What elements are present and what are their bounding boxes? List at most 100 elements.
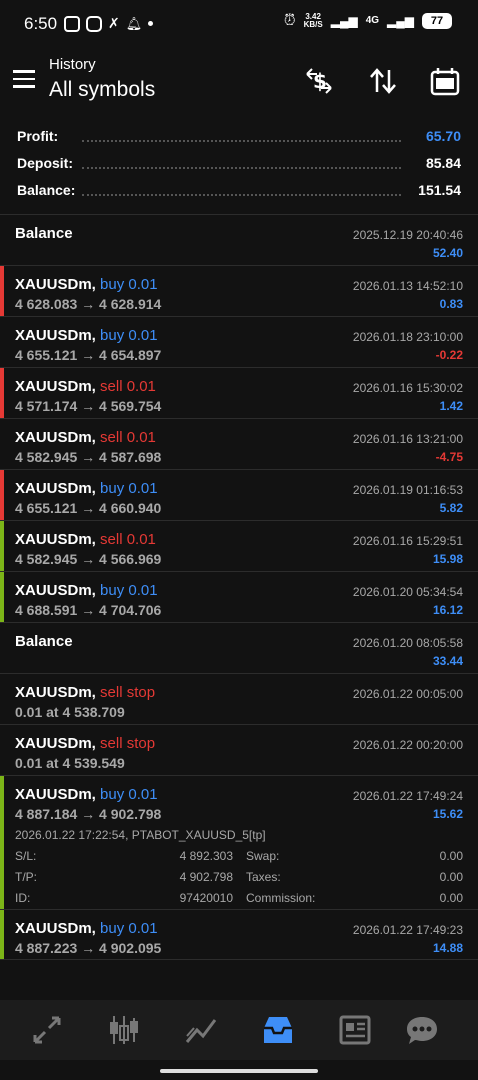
commission-value: 0.00 (439, 891, 463, 905)
symbol-label: XAUUSDm, (15, 684, 96, 701)
deal-row[interactable]: XAUUSDm, sell 0.01 4 582.945 → 4 587.698 2… (0, 418, 478, 469)
summary-deposit-row: Deposit: 85.84 (17, 155, 461, 175)
row-amount: 15.98 (432, 552, 463, 566)
signal-icon: ▂▄▆ (330, 13, 358, 28)
dotted-leader (82, 140, 401, 142)
app-bar: History All symbols $ (0, 48, 478, 112)
swap-value: 0.00 (439, 849, 463, 863)
sl-label: S/L: (15, 849, 37, 863)
row-date: 2026.01.22 17:49:24 (352, 789, 463, 803)
deal-row[interactable]: XAUUSDm, buy 0.01 4 628.083 → 4 628.914 20… (0, 265, 478, 316)
dollar-swap-icon[interactable]: $ (304, 66, 334, 96)
symbol-label: XAUUSDm, (15, 429, 96, 446)
history-inbox-icon[interactable] (261, 1014, 295, 1046)
symbol-label: XAUUSDm, (15, 480, 96, 497)
deal-row[interactable]: XAUUSDm, sell 0.01 4 571.174 → 4 569.754 2… (0, 367, 478, 418)
chart-line-icon[interactable] (184, 1014, 218, 1046)
symbol-label: XAUUSDm, (15, 327, 96, 344)
battery-icon: 77 (422, 12, 452, 29)
status-time: 6:50 (24, 14, 58, 33)
calendar-icon[interactable] (430, 66, 460, 96)
network-type: 4G (365, 14, 380, 26)
row-date: 2026.01.16 15:30:02 (352, 381, 463, 395)
dotted-leader (82, 167, 401, 169)
balance-row[interactable]: Balance 2025.12.19 20:40:46 52.40 (0, 214, 478, 265)
instagram-icon (86, 15, 102, 32)
deal-row[interactable]: XAUUSDm, buy 0.01 4 887.184 → 4 902.798 20… (0, 775, 478, 909)
price-range: 4 571.174 → 4 569.754 (15, 398, 162, 414)
row-title: XAUUSDm, buy 0.01 (15, 276, 158, 293)
more-notifications-icon (148, 21, 154, 26)
row-date: 2026.01.20 05:34:54 (352, 585, 463, 599)
price-range: 4 582.945 → 4 566.969 (15, 551, 162, 567)
row-title: XAUUSDm, sell 0.01 (15, 531, 156, 548)
row-title: XAUUSDm, buy 0.01 (15, 582, 158, 599)
symbol-selector[interactable]: All symbols (49, 78, 155, 102)
price-range: 4 887.223 → 4 902.095 (15, 940, 162, 956)
price-range: 4 628.083 → 4 628.914 (15, 296, 162, 312)
price-range: 0.01 at 4 538.709 (15, 704, 125, 720)
id-label: ID: (15, 891, 31, 905)
row-date: 2026.01.20 08:05:58 (352, 636, 463, 650)
symbol-label: XAUUSDm, (15, 531, 96, 548)
profit-indicator-bar (0, 521, 4, 571)
row-amount: 15.62 (432, 807, 463, 821)
sl-value: 4 892.303 (179, 849, 233, 863)
symbol-label: XAUUSDm, (15, 786, 96, 803)
order-row[interactable]: XAUUSDm, sell stop 0.01 at 4 538.709 2026.… (0, 673, 478, 724)
order-row[interactable]: XAUUSDm, sell stop 0.01 at 4 539.549 2026.… (0, 724, 478, 775)
home-indicator[interactable] (160, 1069, 318, 1073)
row-title: XAUUSDm, sell 0.01 (15, 429, 156, 446)
news-icon[interactable] (338, 1014, 372, 1046)
row-title: Balance (15, 633, 73, 650)
row-title: XAUUSDm, buy 0.01 (15, 920, 158, 937)
deal-row[interactable]: XAUUSDm, buy 0.01 4 688.591 → 4 704.706 20… (0, 571, 478, 622)
row-date: 2026.01.19 01:16:53 (352, 483, 463, 497)
price-range: 4 655.121 → 4 654.897 (15, 347, 162, 363)
row-date: 2026.01.13 14:52:10 (352, 279, 463, 293)
deal-row[interactable]: XAUUSDm, buy 0.01 4 655.121 → 4 654.897 20… (0, 316, 478, 367)
row-title: XAUUSDm, sell stop (15, 735, 155, 752)
profit-indicator-bar (0, 572, 4, 622)
trade-side-label: sell 0.01 (100, 429, 156, 446)
sort-icon[interactable] (368, 66, 398, 96)
bottom-navigation (0, 1000, 478, 1060)
notification-app-icon (64, 15, 80, 32)
trade-side-label: buy 0.01 (100, 920, 158, 937)
page-subtitle: History (49, 56, 96, 73)
price-range: 4 887.184 → 4 902.798 (15, 806, 162, 822)
deal-comment: 2026.01.22 17:22:54, PTABOT_XAUUSD_5[tp] (15, 828, 266, 842)
price-range: 0.01 at 4 539.549 (15, 755, 125, 771)
row-title: Balance (15, 225, 73, 242)
trade-arrows-icon[interactable] (30, 1014, 64, 1046)
network-speed-unit: KB/S (303, 19, 323, 29)
chat-icon[interactable] (405, 1014, 439, 1046)
deposit-value: 85.84 (419, 155, 461, 171)
profit-indicator-bar (0, 910, 4, 959)
row-date: 2026.01.16 15:29:51 (352, 534, 463, 548)
row-amount: 33.44 (432, 654, 463, 668)
deal-row[interactable]: XAUUSDm, sell 0.01 4 582.945 → 4 566.969 2… (0, 520, 478, 571)
row-title: XAUUSDm, buy 0.01 (15, 327, 158, 344)
deal-row[interactable]: XAUUSDm, buy 0.01 4 655.121 → 4 660.940 20… (0, 469, 478, 520)
row-title: XAUUSDm, sell stop (15, 684, 155, 701)
row-title: XAUUSDm, buy 0.01 (15, 480, 158, 497)
tp-label: T/P: (15, 870, 38, 884)
balance-label: Balance: (17, 182, 82, 198)
deal-row[interactable]: XAUUSDm, buy 0.01 4 887.223 → 4 902.095 20… (0, 909, 478, 960)
row-title: XAUUSDm, buy 0.01 (15, 786, 158, 803)
trade-side-label: sell 0.01 (100, 378, 156, 395)
row-amount: -0.22 (435, 348, 463, 362)
balance-value: 151.54 (412, 182, 461, 198)
balance-row[interactable]: Balance 2026.01.20 08:05:58 33.44 (0, 622, 478, 673)
status-right: ⏰︎ 3.42 KB/S ▂▄▆ 4G ▂▄▆ 77 (284, 12, 452, 29)
swap-label: Swap: (246, 849, 280, 863)
menu-icon[interactable] (13, 70, 35, 88)
price-range: 4 688.591 → 4 704.706 (15, 602, 162, 618)
price-range: 4 582.945 → 4 587.698 (15, 449, 162, 465)
summary-panel: Profit: 65.70 Deposit: 85.84 Balance: 15… (0, 120, 478, 214)
network-speed: 3.42 KB/S (303, 12, 323, 29)
row-date: 2025.12.19 20:40:46 (352, 228, 463, 242)
candlestick-icon[interactable] (107, 1014, 141, 1046)
bell-icon: 🔔︎ (125, 15, 143, 31)
